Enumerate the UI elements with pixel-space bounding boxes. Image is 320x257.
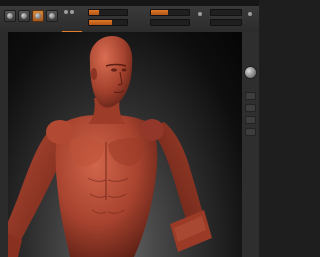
active-points-readout [210,9,242,16]
sculpt-model [8,36,212,257]
focal-shift-slider[interactable] [88,9,128,16]
focal-shift-fill [89,10,99,15]
total-points-readout [210,19,242,26]
scale-tool-button[interactable] [18,10,30,22]
move-icon [7,13,13,19]
zadd-toggle[interactable] [70,10,74,14]
rgb-intensity-slider[interactable] [150,19,190,26]
scale-icon [21,13,27,19]
draw-tool-button[interactable] [32,10,44,22]
zoom-view-button[interactable] [245,116,256,124]
move-tool-button[interactable] [4,10,16,22]
frame-button[interactable] [245,92,256,100]
material-tool-button[interactable] [46,10,58,22]
z-intensity-fill [89,20,112,25]
draw-icon [35,13,41,19]
3d-viewport[interactable] [8,32,242,257]
z-intensity-slider[interactable] [88,19,128,26]
right-shelf [241,32,259,257]
dynamic-toggle[interactable] [198,12,202,16]
head [89,36,133,108]
rgb-toggle[interactable] [64,10,68,14]
draw-size-slider[interactable] [150,9,190,16]
top-toolbar [0,6,259,33]
right-arm [150,122,212,252]
move-view-button[interactable] [245,104,256,112]
spotlight-toggle[interactable] [248,12,252,16]
orientation-gizmo-icon[interactable] [244,66,257,79]
rotate-view-button[interactable] [245,128,256,136]
sphere-icon [49,13,55,19]
zbrush-window [0,0,259,257]
torso [46,115,164,257]
draw-size-fill [151,10,169,15]
